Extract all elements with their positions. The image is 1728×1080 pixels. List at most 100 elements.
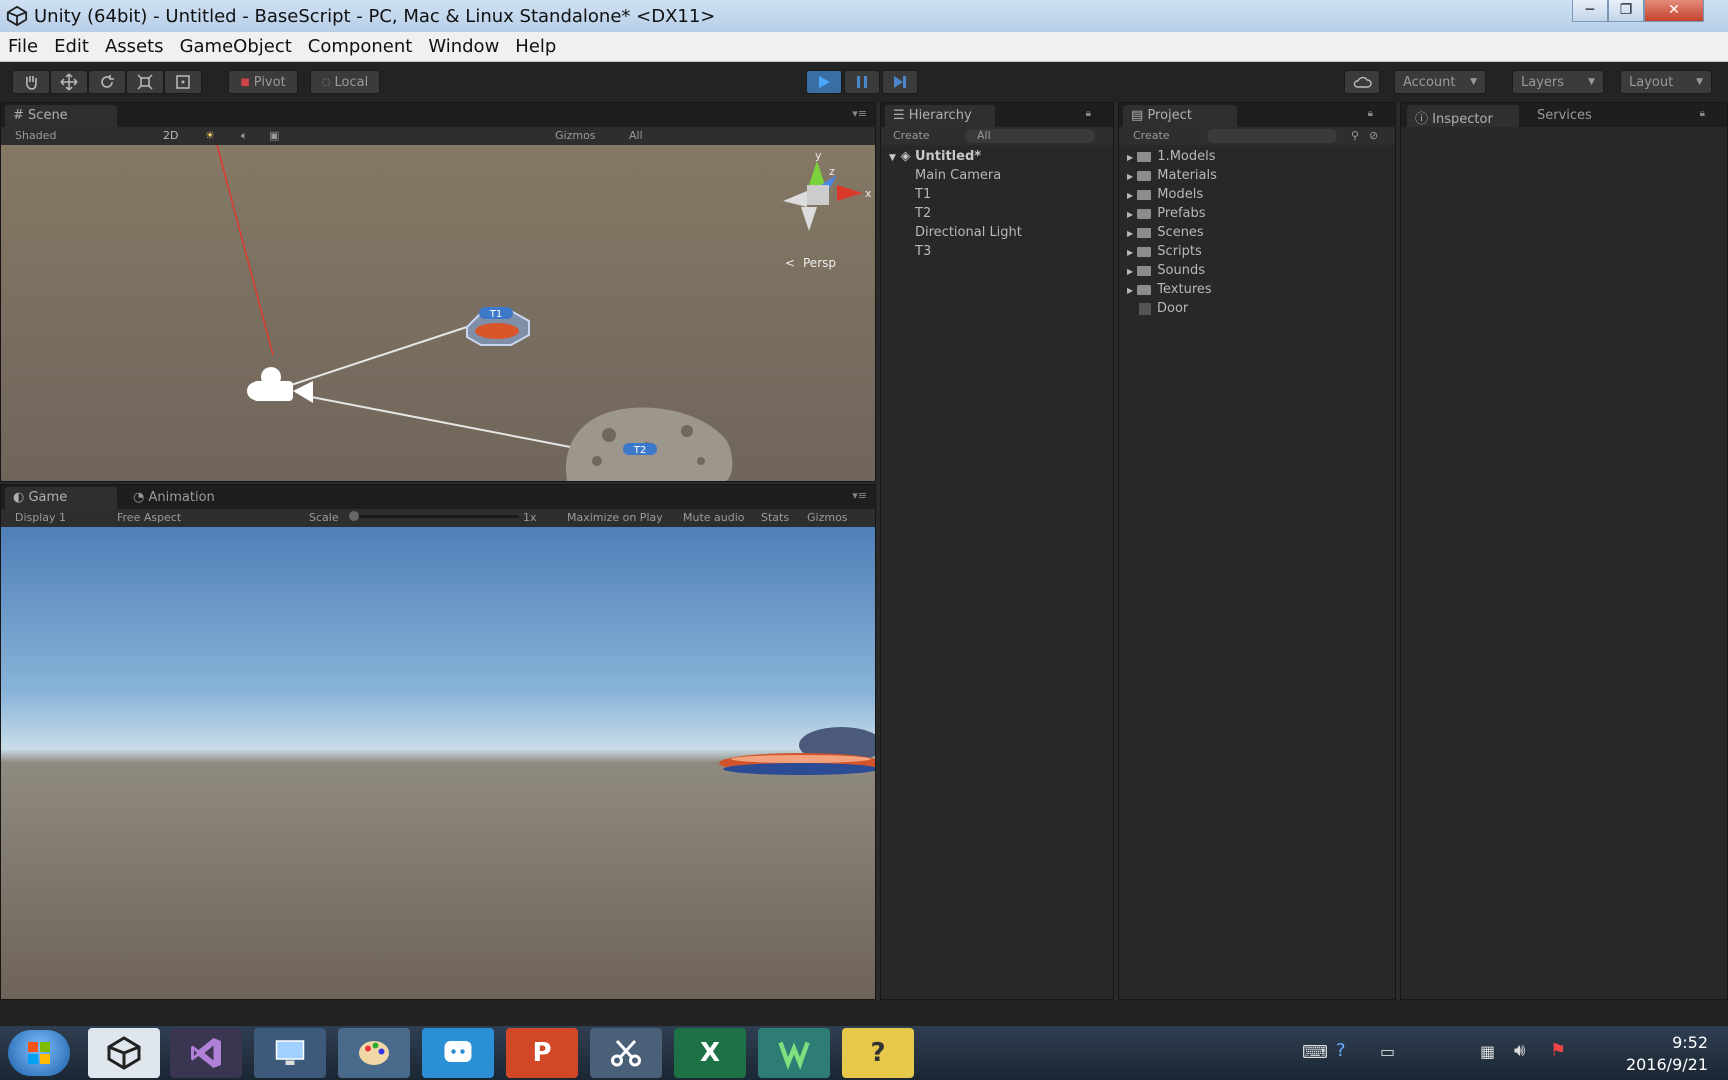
list-item[interactable]: ▶ Scripts [1119, 242, 1395, 261]
scale-slider-thumb[interactable] [349, 511, 359, 521]
scene-search-input[interactable]: All [629, 129, 643, 142]
panel-menu-icon[interactable]: ▾≡ [852, 107, 867, 120]
local-toggle[interactable]: ◌ Local [310, 70, 380, 94]
tab-inspector[interactable]: ⓘ Inspector [1407, 105, 1519, 127]
taskbar-visual-studio-app[interactable] [170, 1028, 242, 1078]
taskbar-excel-app[interactable]: X [674, 1028, 746, 1078]
step-button[interactable] [882, 70, 918, 94]
game-gizmos-dropdown[interactable]: Gizmos [807, 511, 848, 524]
layout-dropdown[interactable]: Layout ▼ [1620, 70, 1712, 94]
account-dropdown[interactable]: Account ▼ [1394, 70, 1486, 94]
rotate-tool-button[interactable] [88, 70, 126, 94]
scene-view[interactable]: T1 T2 y x z Persp < [1, 145, 875, 481]
taskbar-remote-desktop-app[interactable] [254, 1028, 326, 1078]
animation-icon: ◔ [133, 490, 145, 505]
scene-root-item[interactable]: ▼ ◈ Untitled* [881, 147, 1113, 166]
tab-hierarchy[interactable]: ☰ Hierarchy [885, 105, 995, 127]
layers-dropdown[interactable]: Layers ▼ [1512, 70, 1604, 94]
play-button[interactable] [806, 70, 842, 94]
list-item[interactable]: ▶ Models [1119, 185, 1395, 204]
scale-tool-button[interactable] [126, 70, 164, 94]
label-icon[interactable]: ⊘ [1369, 129, 1378, 142]
lock-icon[interactable]: 🔒︎ [1700, 108, 1705, 119]
aspect-dropdown[interactable]: Free Aspect [117, 511, 181, 524]
camtasia-icon [778, 1041, 810, 1070]
tab-game[interactable]: ◐ Game [5, 487, 117, 509]
mute-audio-toggle[interactable]: Mute audio [683, 511, 745, 524]
taskbar-qq-app[interactable] [422, 1028, 494, 1078]
taskbar-unity-app[interactable] [88, 1028, 160, 1078]
game-tabbar: ◐ Game ◔ Animation ▾≡ [1, 485, 875, 509]
taskbar: P X ? ⌨ ? ▭ ▦ 🔊︎ ⚑ 9:52 2016/9/21 [0, 1026, 1728, 1080]
game-view[interactable] [1, 527, 875, 999]
list-item[interactable]: T3 [881, 242, 1113, 261]
menu-assets[interactable]: Assets [97, 36, 172, 57]
display-dropdown[interactable]: Display 1 [15, 511, 66, 524]
menu-window[interactable]: Window [420, 36, 507, 57]
panel-menu-icon[interactable]: ▾≡ [852, 489, 867, 502]
effects-toggle-icon[interactable]: ▣ [269, 129, 279, 142]
start-button[interactable] [8, 1030, 70, 1076]
tab-services[interactable]: Services [1529, 105, 1619, 127]
project-search-input[interactable] [1207, 129, 1337, 143]
filter-icon[interactable]: ⚲ [1351, 129, 1359, 142]
close-button[interactable]: ✕ [1644, 0, 1704, 22]
rect-tool-button[interactable] [164, 70, 202, 94]
menu-edit[interactable]: Edit [46, 36, 97, 57]
lighting-toggle-icon[interactable]: ☀ [205, 129, 215, 142]
taskbar-camtasia-app[interactable] [758, 1028, 830, 1078]
project-create-button[interactable]: Create [1133, 129, 1170, 142]
persp-label: Persp [803, 256, 836, 270]
list-item[interactable]: Door [1119, 299, 1395, 318]
scene-gizmos-dropdown[interactable]: Gizmos [555, 129, 596, 142]
taskbar-paint-app[interactable] [338, 1028, 410, 1078]
hierarchy-icon: ☰ [893, 108, 905, 123]
lock-icon[interactable]: 🔒︎ [1086, 108, 1091, 119]
flag-icon[interactable]: ⚑ [1550, 1040, 1566, 1061]
tab-scene[interactable]: # Scene [5, 105, 117, 127]
list-item[interactable]: ▶ Scenes [1119, 223, 1395, 242]
keyboard-icon[interactable]: ⌨ [1302, 1042, 1328, 1063]
lock-icon[interactable]: 🔒︎ [1368, 108, 1373, 119]
list-item[interactable]: Directional Light [881, 223, 1113, 242]
chat-tray-icon[interactable]: ▭ [1380, 1042, 1395, 1061]
network-tray-icon[interactable]: ▦ [1480, 1042, 1495, 1061]
maximize-on-play-toggle[interactable]: Maximize on Play [567, 511, 663, 524]
taskbar-snipping-app[interactable] [590, 1028, 662, 1078]
list-item[interactable]: ▶ Sounds [1119, 261, 1395, 280]
menu-gameobject[interactable]: GameObject [172, 36, 300, 57]
list-item[interactable]: T1 [881, 185, 1113, 204]
volume-icon[interactable]: 🔊︎ [1514, 1040, 1525, 1061]
move-tool-button[interactable] [50, 70, 88, 94]
stats-toggle[interactable]: Stats [761, 511, 789, 524]
list-item[interactable]: ▶ 1.Models [1119, 147, 1395, 166]
hierarchy-create-button[interactable]: Create [893, 129, 930, 142]
list-item[interactable]: T2 [881, 204, 1113, 223]
menu-component[interactable]: Component [300, 36, 421, 57]
main-toolbar: ■ Pivot ◌ Local Account ▼ Layers ▼ Layout ▼ [0, 62, 1728, 102]
mode-2d-toggle[interactable]: 2D [163, 129, 178, 142]
hierarchy-search-placeholder: All [977, 129, 991, 142]
audio-toggle-icon[interactable]: 🔈︎ [241, 129, 248, 143]
taskbar-powerpoint-app[interactable]: P [506, 1028, 578, 1078]
menu-file[interactable]: File [0, 36, 46, 57]
tab-project[interactable]: ▤ Project [1123, 105, 1237, 127]
tab-animation[interactable]: ◔ Animation [125, 487, 245, 509]
list-item[interactable]: ▶ Prefabs [1119, 204, 1395, 223]
maximize-button[interactable]: ❐ [1608, 0, 1644, 22]
minimize-button[interactable]: ─ [1572, 0, 1608, 22]
pause-button[interactable] [844, 70, 880, 94]
list-item[interactable]: Main Camera [881, 166, 1113, 185]
shaded-dropdown[interactable]: Shaded [15, 129, 56, 142]
clock[interactable]: 9:52 2016/9/21 [1626, 1032, 1708, 1076]
pivot-toggle[interactable]: ■ Pivot [228, 70, 298, 94]
project-list: ▶ 1.Models ▶ Materials ▶ Models ▶ Prefab… [1119, 147, 1395, 318]
list-item[interactable]: ▶ Textures [1119, 280, 1395, 299]
menu-help[interactable]: Help [507, 36, 564, 57]
help-tray-icon[interactable]: ? [1336, 1040, 1346, 1061]
list-item[interactable]: ▶ Materials [1119, 166, 1395, 185]
taskbar-help-app[interactable]: ? [842, 1028, 914, 1078]
cloud-button[interactable] [1344, 70, 1380, 94]
scale-slider[interactable] [349, 515, 519, 518]
hand-tool-button[interactable] [12, 70, 50, 94]
